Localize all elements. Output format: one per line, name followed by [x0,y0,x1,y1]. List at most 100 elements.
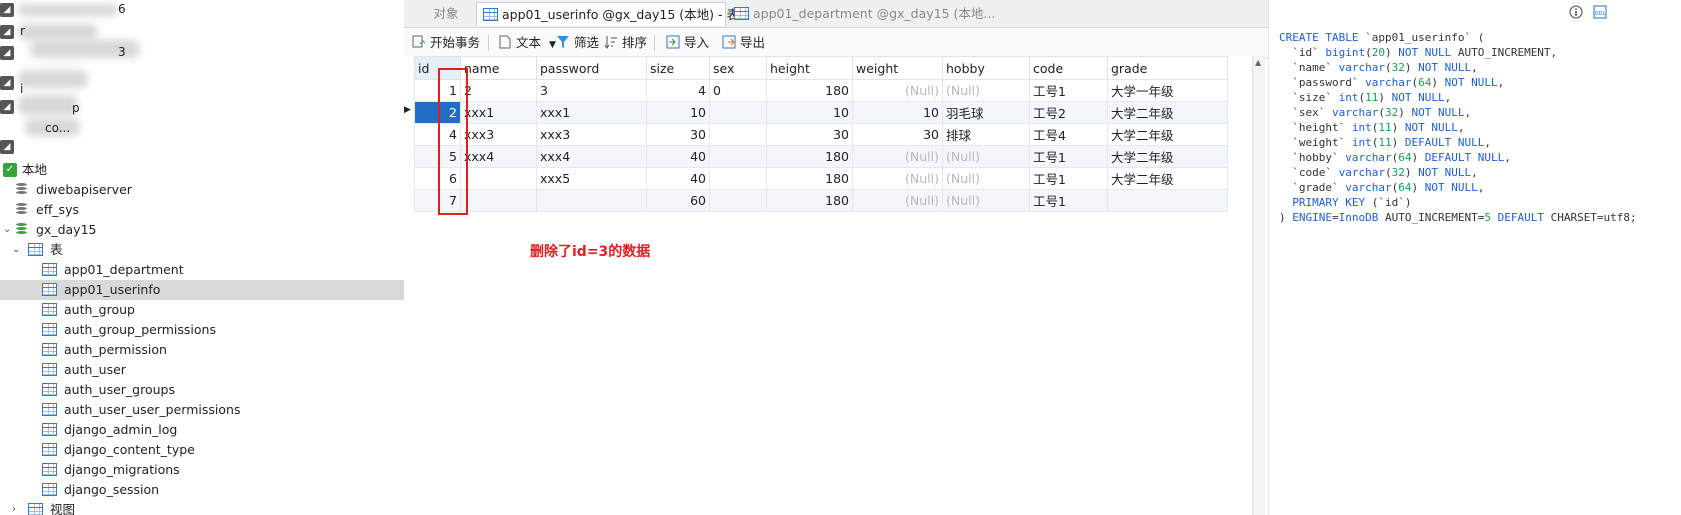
cell-name[interactable] [460,189,537,212]
info-icon[interactable] [1569,5,1583,19]
cell-code[interactable]: 工号1 [1029,145,1108,168]
cell-size[interactable]: 40 [646,145,710,168]
cell-password[interactable]: xxx5 [536,167,647,190]
cell-hobby[interactable]: (Null) [942,167,1030,190]
cell-hobby[interactable]: (Null) [942,145,1030,168]
sidebar-table-item[interactable]: auth_permission [0,340,404,360]
cell-grade[interactable]: 大学二年级 [1107,101,1228,124]
column-header-code[interactable]: code [1029,56,1108,80]
sidebar-table-item[interactable]: django_admin_log [0,420,404,440]
cell-weight[interactable]: (Null) [852,167,943,190]
column-header-size[interactable]: size [646,56,710,80]
cell-hobby[interactable]: 排球 [942,123,1030,146]
chevron-down-icon[interactable]: ⌄ [12,240,20,260]
tab-objects[interactable]: 对象 [420,2,472,26]
cell-weight[interactable]: (Null) [852,79,943,102]
cell-size[interactable]: 4 [646,79,710,102]
cell-grade[interactable]: 大学一年级 [1107,79,1228,102]
cell-height[interactable]: 180 [766,145,853,168]
column-header-hobby[interactable]: hobby [942,56,1030,80]
database-item-active[interactable]: ⌄ gx_day15 [0,220,404,240]
sidebar-table-item[interactable]: app01_userinfo [0,280,404,300]
sort-button[interactable]: 排序 [604,34,647,52]
table-row[interactable]: 4 xxx3 xxx3 30 30 30 排球 工号4 大学二年级 [414,123,1228,146]
column-header-height[interactable]: height [766,56,853,80]
cell-code[interactable]: 工号1 [1029,189,1108,212]
cell-weight[interactable]: (Null) [852,189,943,212]
cell-sex[interactable] [709,167,767,190]
cell-grade[interactable] [1107,189,1228,212]
cell-password[interactable]: xxx3 [536,123,647,146]
cell-grade[interactable]: 大学二年级 [1107,123,1228,146]
cell-weight[interactable]: 30 [852,123,943,146]
cell-size[interactable]: 60 [646,189,710,212]
column-header-grade[interactable]: grade [1107,56,1228,80]
cell-hobby[interactable]: (Null) [942,79,1030,102]
cell-grade[interactable]: 大学二年级 [1107,145,1228,168]
cell-height[interactable]: 180 [766,79,853,102]
cell-name[interactable]: xxx4 [460,145,537,168]
cell-weight[interactable]: (Null) [852,145,943,168]
export-button[interactable]: 导出 [722,34,765,52]
cell-password[interactable]: 3 [536,79,647,102]
sidebar-table-item[interactable]: django_session [0,480,404,500]
views-node[interactable]: › 视图 [0,500,404,515]
cell-name[interactable]: xxx1 [460,101,537,124]
cell-height[interactable]: 30 [766,123,853,146]
cell-grade[interactable]: 大学二年级 [1107,167,1228,190]
cell-name[interactable] [460,167,537,190]
sidebar-table-item[interactable]: auth_user_user_permissions [0,400,404,420]
begin-transaction-button[interactable]: 开始事务 [412,34,480,52]
cell-sex[interactable] [709,101,767,124]
connection-local[interactable]: ✓ 本地 [0,160,404,180]
cell-sex[interactable] [709,189,767,212]
ddl-icon[interactable]: DDL [1593,5,1607,19]
table-row[interactable]: 6 xxx5 40 180 (Null) (Null) 工号1 大学二年级 [414,167,1228,190]
table-row[interactable]: 2 xxx1 xxx1 10 10 10 羽毛球 工号2 大学二年级 [414,101,1228,124]
chevron-right-icon[interactable]: › [12,500,16,515]
cell-name[interactable]: 2 [460,79,537,102]
sidebar-table-item[interactable]: auth_group_permissions [0,320,404,340]
table-row[interactable]: 1 2 3 4 0 180 (Null) (Null) 工号1 大学一年级 [414,79,1228,102]
database-item[interactable]: diwebapiserver [0,180,404,200]
tab-app01-department[interactable]: app01_department @gx_day15 (本地... [728,2,995,26]
cell-code[interactable]: 工号2 [1029,101,1108,124]
scroll-up-icon[interactable]: ▲ [1255,58,1261,67]
column-header-name[interactable]: name [460,56,537,80]
cell-password[interactable]: xxx1 [536,101,647,124]
column-header-password[interactable]: password [536,56,647,80]
sidebar-table-item[interactable]: auth_user_groups [0,380,404,400]
cell-height[interactable]: 180 [766,167,853,190]
import-button[interactable]: 导入 [666,34,709,52]
cell-hobby[interactable]: 羽毛球 [942,101,1030,124]
cell-height[interactable]: 180 [766,189,853,212]
cell-code[interactable]: 工号1 [1029,167,1108,190]
vertical-scrollbar[interactable]: ▲ [1252,56,1265,515]
cell-size[interactable]: 40 [646,167,710,190]
table-row[interactable]: 7 60 180 (Null) (Null) 工号1 [414,189,1228,212]
cell-hobby[interactable]: (Null) [942,189,1030,212]
sidebar-table-item[interactable]: app01_department [0,260,404,280]
cell-name[interactable]: xxx3 [460,123,537,146]
sidebar-table-item[interactable]: auth_group [0,300,404,320]
cell-sex[interactable]: 0 [709,79,767,102]
tab-app01-userinfo[interactable]: app01_userinfo @gx_day15 (本地) - 表 [476,2,739,26]
column-header-sex[interactable]: sex [709,56,767,80]
tables-node[interactable]: ⌄ 表 [0,240,404,260]
table-row[interactable]: 5 xxx4 xxx4 40 180 (Null) (Null) 工号1 大学二年级 [414,145,1228,168]
filter-button[interactable]: 筛选 [556,34,599,52]
column-header-weight[interactable]: weight [852,56,943,80]
text-view-button[interactable]: 文本 ▼ [498,34,556,52]
cell-sex[interactable] [709,123,767,146]
sidebar-table-item[interactable]: django_content_type [0,440,404,460]
chevron-down-icon[interactable]: ⌄ [3,220,11,240]
cell-height[interactable]: 10 [766,101,853,124]
cell-code[interactable]: 工号4 [1029,123,1108,146]
cell-password[interactable]: xxx4 [536,145,647,168]
sidebar-table-item[interactable]: django_migrations [0,460,404,480]
cell-weight[interactable]: 10 [852,101,943,124]
cell-password[interactable] [536,189,647,212]
cell-size[interactable]: 30 [646,123,710,146]
cell-code[interactable]: 工号1 [1029,79,1108,102]
cell-sex[interactable] [709,145,767,168]
